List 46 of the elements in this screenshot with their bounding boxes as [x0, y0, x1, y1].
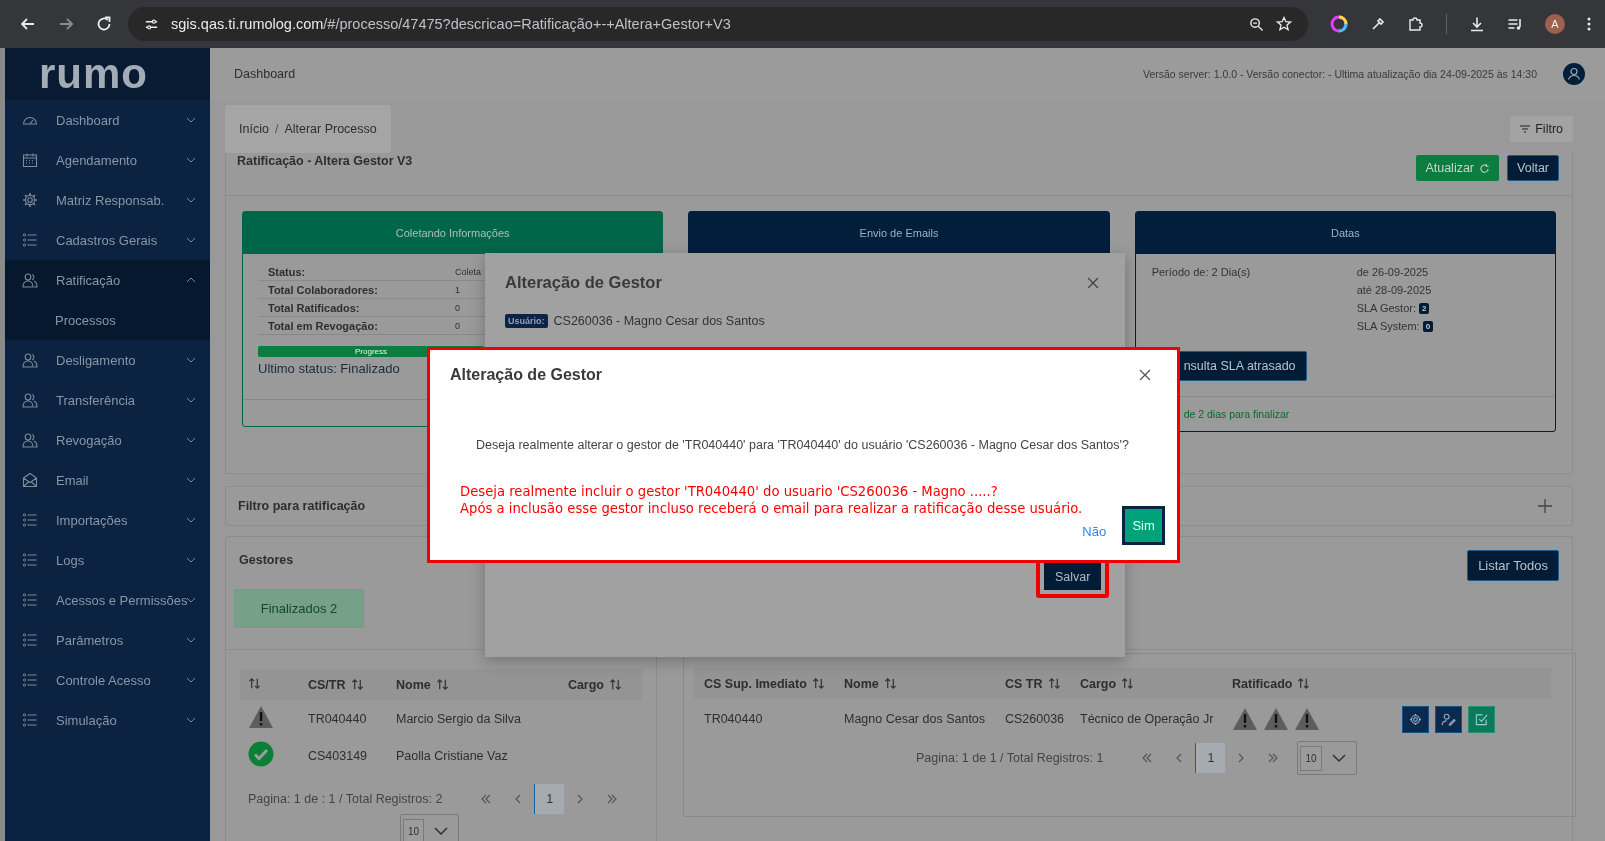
warning-text: Após a inclusão esse gestor incluso receberá o email para realizar a ratificação desse usuário.	[460, 500, 1083, 517]
pagination-info: Pagina: 1 de : 1 / Total Registros: 2	[248, 792, 443, 806]
info-label: Total em Revogação:	[268, 319, 379, 332]
table-cell-text: CS403149	[308, 748, 369, 763]
sla-label: SLA System:	[1356, 320, 1420, 332]
page-title: Dashboard	[234, 67, 297, 81]
info-value: 0	[455, 302, 460, 313]
rumo-logo: rumo	[5, 48, 210, 100]
info-value: 1	[455, 284, 460, 295]
user-value: CS260036 - Magno Cesar dos Santos	[553, 314, 765, 328]
info-value: Coleta	[455, 266, 481, 277]
card-header: Envio de Emails	[689, 212, 1109, 254]
table-cell-text: Técnico de Operação Jr	[1080, 712, 1215, 726]
table-cell-text: Paolla Cristiane Vaz	[396, 748, 509, 763]
table-cell-text: Magno Cesar dos Santos	[844, 712, 987, 726]
card-header: Datas	[1135, 212, 1555, 254]
info-label: Total Colaboradores:	[268, 283, 379, 296]
table-cell-text: TR040440	[704, 712, 764, 726]
section-title: Gestores	[239, 553, 294, 567]
version-info: Versão server: 1.0.0 - Versão conector: - Ultima atualização dia 24-09-2025 às 14:30	[1143, 68, 1537, 80]
card-header: Coletando Informações	[243, 212, 663, 254]
field-badge: Usuário:	[505, 314, 548, 328]
confirm-message: Deseja realmente alterar o gestor de 'TR040440' para 'TR040440' do usuário 'CS260036 - Magno Cesar dos Santos'?	[476, 438, 1130, 452]
table-cell-text: TR040440	[308, 711, 368, 726]
dialog-title: Alteração de Gestor	[450, 366, 603, 384]
process-title: Ratificação - Altera Gestor V3	[237, 154, 413, 168]
filter-panel-title: Filtro para ratificação	[238, 499, 366, 513]
breadcrumb-separator: /	[274, 122, 279, 136]
url-text: sgis.qas.ti.rumolog.com/#/processo/47475?descricao=Ratificação+-+Altera+Gestor+V3	[171, 16, 731, 32]
date-text: de 26-09-2025	[1356, 266, 1430, 278]
sla-label: SLA Gestor:	[1356, 302, 1416, 314]
info-label: Total Ratificados:	[268, 301, 361, 314]
count-badge: 2	[1418, 302, 1430, 314]
deadline-text: de 2 dias para finalizar	[1183, 408, 1290, 420]
info-label: Status:	[268, 265, 307, 278]
table-cell-text: Marcio Sergio da Silva	[396, 711, 523, 726]
count-badge: 0	[1422, 320, 1434, 332]
date-text: até 28-09-2025	[1356, 284, 1433, 296]
warning-text: Deseja realmente incluir o gestor 'TR040440' do usuario 'CS260036 - Magno .....?	[460, 483, 999, 500]
pagination-info: Pagina: 1 de 1 / Total Registros: 1	[916, 751, 1104, 765]
last-status: Ultimo status: Finalizado	[258, 361, 400, 376]
table-cell-text: CS260036	[1005, 712, 1066, 726]
info-value: 0	[455, 320, 460, 331]
breadcrumb-item: Alterar Processo	[284, 122, 377, 136]
period-text: Período de: 2 Dia(s)	[1151, 266, 1252, 278]
dialog-title: Alteração de Gestor	[505, 273, 662, 292]
